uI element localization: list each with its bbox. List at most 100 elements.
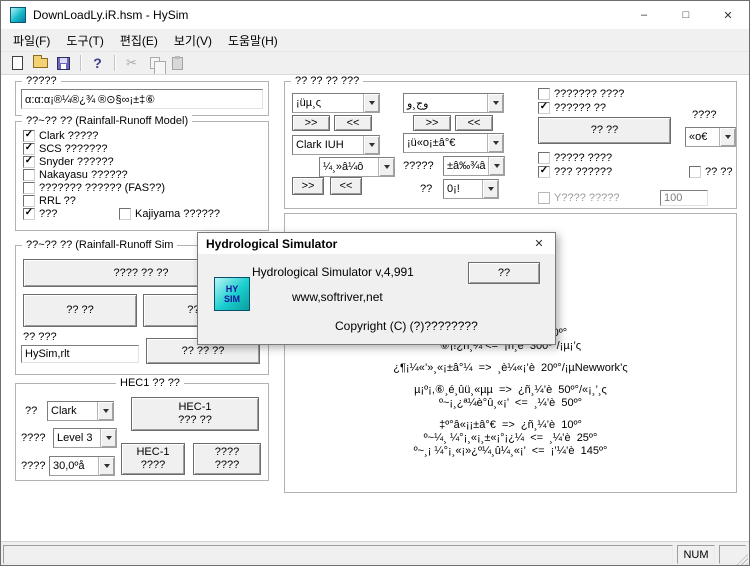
option-combo-h[interactable]: «ο€	[685, 127, 736, 147]
hysim-logo-icon: HY SIM	[214, 277, 250, 311]
new-file-button[interactable]	[6, 53, 29, 74]
result-file-input[interactable]	[21, 345, 139, 363]
status-bar: NUM	[1, 541, 749, 565]
info-line: ¿¶¡¼«’»¸«¡±â°¼ => ¸è¼«¡’è 20º°/¡µNewwork…	[393, 362, 628, 374]
menu-edit[interactable]: 편집(E)	[112, 29, 166, 52]
open-file-button[interactable]	[29, 53, 52, 74]
source-combo-b[interactable]: وج¸و	[403, 93, 504, 113]
hec1-interval-combo[interactable]: 30,0ºå	[49, 456, 115, 476]
checkbox-box: ✓	[23, 129, 35, 142]
dialog-close-button[interactable]: ✕	[523, 233, 555, 255]
hec1-method-combo[interactable]: Clark	[47, 401, 114, 421]
forward-button-1[interactable]: >>	[292, 115, 330, 131]
checkbox-box	[23, 195, 35, 207]
checkbox-label: Kajiyama ??????	[135, 208, 221, 220]
menu-tools[interactable]: 도구(T)	[58, 29, 111, 52]
combo-f-label: ?????	[403, 160, 434, 172]
checkbox-option-2[interactable]: ✓ ?????? ??	[538, 102, 606, 114]
back-button-2[interactable]: <<	[455, 115, 493, 131]
checkbox-nakayasu[interactable]: Nakayasu ??????	[23, 169, 128, 181]
close-button[interactable]: ✕	[707, 1, 749, 29]
transfer-run-button[interactable]: ?? ??	[538, 117, 671, 144]
back-button-3[interactable]: <<	[330, 177, 362, 195]
y-value-input[interactable]	[660, 190, 708, 206]
status-num-indicator: NUM	[677, 545, 715, 564]
checkbox-option-3[interactable]: ????? ????	[538, 152, 612, 164]
cut-button[interactable]: ✂	[120, 53, 143, 74]
chevron-down-icon[interactable]	[100, 429, 116, 447]
menu-help[interactable]: 도움말(H)	[220, 29, 286, 52]
hec1-view-button[interactable]: ???? ????	[193, 443, 261, 475]
checkbox-option-4[interactable]: ✓ ??? ??????	[538, 166, 612, 178]
chevron-down-icon[interactable]	[487, 134, 503, 152]
checkbox-fas[interactable]: ??????? ?????? (FAS??)	[23, 182, 165, 194]
checkbox-box: ✓	[23, 207, 35, 220]
method-combo-d[interactable]: ¡ü«ο¡±â°€	[403, 133, 504, 153]
copy-button[interactable]	[143, 53, 166, 75]
checkbox-y-option[interactable]: Y???? ?????	[538, 192, 619, 204]
forward-button-3[interactable]: >>	[292, 177, 324, 195]
help-button[interactable]: ?	[86, 53, 109, 74]
option-combo-f[interactable]: ±â‰¾â	[443, 156, 505, 176]
checkbox-label: ??? ??????	[554, 166, 613, 178]
dialog-copyright-text: Copyright (C) (?)????????	[335, 319, 478, 333]
simulation-left-button[interactable]: ?? ??	[23, 294, 137, 327]
info-text-block: ¡ü⑥‡¿µ => ¿ñ¸è 60º° ⑥¡!¿ñ¸¼ <= ¡ñ¸è 300º…	[284, 327, 737, 458]
chevron-down-icon[interactable]	[719, 128, 735, 146]
window-title: DownLoadLy.iR.hsm - HySim	[33, 8, 189, 22]
save-button[interactable]	[52, 53, 75, 74]
open-folder-icon	[33, 55, 48, 68]
hec1-level-combo[interactable]: Level 3	[53, 428, 117, 448]
back-button-1[interactable]: <<	[334, 115, 372, 131]
checkbox-snyder[interactable]: ✓ Snyder ??????	[23, 156, 114, 168]
chevron-down-icon[interactable]	[488, 157, 504, 175]
chevron-down-icon[interactable]	[363, 94, 379, 112]
checkbox-rrl[interactable]: RRL ??	[23, 195, 76, 207]
chevron-down-icon[interactable]	[487, 94, 503, 112]
checkbox-box	[23, 169, 35, 181]
checkbox-scs[interactable]: ✓ SCS ???????	[23, 143, 108, 155]
option-combo-e[interactable]: ¼¸»â¼ô	[319, 157, 395, 177]
combo-h-label: ????	[692, 109, 717, 121]
checkbox-clark[interactable]: ✓ Clark ?????	[23, 130, 98, 142]
paste-button[interactable]	[166, 53, 189, 74]
menu-file[interactable]: 파일(F)	[5, 29, 58, 52]
option-combo-g[interactable]: 0¡!	[443, 179, 499, 199]
info-line: ‡º°â«¡¡±â°€ => ¿ñ¸¼’è 10º°	[439, 419, 582, 431]
checkbox-label: Y???? ?????	[554, 192, 620, 204]
hec1-group-label: HEC1 ?? ??	[116, 377, 184, 389]
checkbox-kajiyama[interactable]: Kajiyama ??????	[119, 208, 220, 220]
checkbox-label: ?????? ??	[554, 102, 606, 114]
menu-bar: 파일(F) 도구(T) 편집(E) 보기(V) 도움말(H)	[1, 29, 749, 51]
hec1-method-label: ??	[25, 405, 38, 417]
chevron-down-icon[interactable]	[378, 158, 394, 176]
chevron-down-icon[interactable]	[97, 402, 113, 420]
iuh-combo[interactable]: Clark IUH	[292, 135, 380, 155]
checkbox-box: ✓	[538, 101, 550, 114]
checkbox-option-5[interactable]: ?? ??	[689, 166, 733, 178]
minimize-button[interactable]: –	[623, 1, 665, 29]
maximize-button[interactable]: □	[665, 1, 707, 29]
name-input[interactable]	[21, 89, 263, 109]
copy-icon	[149, 57, 166, 75]
checkbox-option-1[interactable]: ??????? ????	[538, 88, 624, 100]
forward-button-2[interactable]: >>	[413, 115, 451, 131]
source-combo-a[interactable]: ¡üµ¸ς	[292, 93, 380, 113]
simulation-group-label: ??~?? ?? (Rainfall-Runoff Sim	[22, 239, 178, 251]
title-bar: DownLoadLy.iR.hsm - HySim – □ ✕	[1, 1, 749, 29]
checkbox-other[interactable]: ✓ ???	[23, 208, 57, 220]
chevron-down-icon[interactable]	[482, 180, 498, 198]
toolbar-separator	[114, 55, 115, 71]
info-line: º~¸¡ ¼°¡¸«¡»¿º¼¸û¼¸«¡’ <= ¡’¼’è 145º°	[413, 445, 608, 457]
save-floppy-icon	[57, 56, 70, 70]
chevron-down-icon[interactable]	[363, 136, 379, 154]
about-dialog: Hydrological Simulator ✕ Hydrological Si…	[197, 232, 556, 345]
menu-view[interactable]: 보기(V)	[166, 29, 220, 52]
info-line: µ¡º¡,⑥¸é¸ûü¸«µµ => ¿ñ¸¼’è 50º°/«¡¸’¸ς	[414, 384, 607, 396]
chevron-down-icon[interactable]	[98, 457, 114, 475]
hec1-main-button[interactable]: HEC-1 ??? ??	[131, 397, 259, 431]
dialog-title-bar: Hydrological Simulator ✕	[198, 233, 555, 255]
hec1-run-button[interactable]: HEC-1 ????	[121, 443, 185, 475]
checkbox-box	[689, 166, 701, 178]
dialog-ok-button[interactable]: ??	[468, 262, 540, 284]
